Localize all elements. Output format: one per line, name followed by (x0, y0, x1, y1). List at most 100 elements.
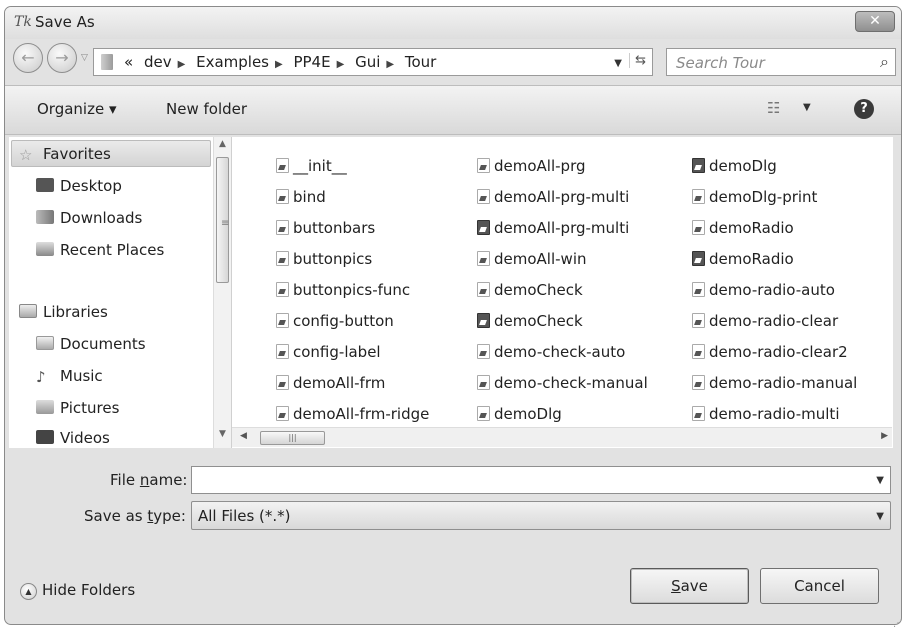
file-item[interactable]: demoCheck (477, 281, 583, 299)
file-item[interactable]: demo-radio-multi (692, 405, 839, 423)
refresh-icon[interactable]: ⇆ (629, 53, 646, 68)
sidebar-item-label: Favorites (43, 145, 111, 163)
file-item[interactable]: demoAll-prg (477, 157, 586, 175)
title-bar[interactable]: Tk Save As ✕ (5, 7, 901, 39)
breadcrumb-item-pp4e[interactable]: PP4E (293, 53, 330, 71)
horizontal-scrollbar[interactable]: ◀ ||| ▶ (232, 427, 892, 447)
sidebar-item-desktop[interactable]: Desktop (36, 177, 122, 195)
breadcrumb-item-examples[interactable]: Examples (196, 53, 269, 71)
search-input[interactable]: Search Tour ⌕ (666, 48, 896, 76)
sidebar-item-recent-places[interactable]: Recent Places (36, 241, 164, 259)
file-item[interactable]: buttonpics (276, 250, 372, 268)
search-icon[interactable]: ⌕ (880, 52, 889, 72)
file-icon (692, 406, 705, 421)
scroll-down-icon[interactable]: ▼ (219, 429, 226, 439)
file-icon (276, 313, 289, 328)
sidebar-item-label: Pictures (60, 399, 120, 417)
back-button[interactable]: ← (13, 43, 43, 73)
file-item[interactable]: demoAll-win (477, 250, 587, 268)
sidebar-scrollbar[interactable]: ▲ ≡ ▼ (213, 137, 231, 448)
folder-icon (101, 54, 113, 70)
chevron-down-icon[interactable]: ▼ (876, 475, 884, 486)
file-item[interactable]: demo-radio-manual (692, 374, 857, 392)
pictures-icon (36, 400, 54, 414)
chevron-right-icon[interactable]: ▶ (337, 59, 345, 70)
file-item[interactable]: demoCheck (477, 312, 583, 330)
file-name: demoCheck (494, 312, 583, 330)
label-text: Save as (84, 507, 148, 525)
selected-type: All Files (*.*) (198, 507, 291, 525)
breadcrumb-item-tour[interactable]: Tour (405, 53, 436, 71)
sidebar-item-pictures[interactable]: Pictures (36, 399, 119, 417)
file-icon (276, 375, 289, 390)
save-as-type-select[interactable]: All Files (*.*) ▼ (191, 501, 891, 530)
breadcrumb-item-dev[interactable]: dev (144, 53, 172, 71)
file-item[interactable]: bind (276, 188, 326, 206)
sidebar-item-libraries[interactable]: Libraries (19, 303, 108, 321)
views-dropdown-icon[interactable]: ▼ (803, 102, 811, 113)
views-icon[interactable]: ☷ (767, 99, 780, 117)
file-item[interactable]: __init__ (276, 157, 347, 175)
file-icon (477, 189, 490, 204)
save-button[interactable]: Save (630, 568, 749, 604)
hide-folders-button[interactable]: ▲ Hide Folders (20, 581, 135, 600)
address-bar[interactable]: « dev ▶ Examples ▶ PP4E ▶ Gui ▶ Tour ▼ ⇆ (93, 48, 653, 76)
file-item[interactable]: demo-radio-clear2 (692, 343, 848, 361)
downloads-folder-icon (36, 210, 54, 224)
file-item[interactable]: demoDlg (477, 405, 562, 423)
file-item[interactable]: demo-check-manual (477, 374, 648, 392)
organize-menu-button[interactable]: Organize ▾ (37, 100, 117, 118)
sidebar-item-favorites[interactable]: ☆ Favorites (19, 145, 111, 164)
file-item[interactable]: demoAll-frm (276, 374, 385, 392)
file-item[interactable]: demoAll-prg-multi (477, 219, 629, 237)
file-item[interactable]: demo-check-auto (477, 343, 625, 361)
file-item[interactable]: buttonpics-func (276, 281, 410, 299)
new-folder-button[interactable]: New folder (166, 100, 247, 118)
file-name: demoDlg-print (709, 188, 818, 206)
sidebar-item-downloads[interactable]: Downloads (36, 209, 142, 227)
address-dropdown-icon[interactable]: ▼ (614, 58, 622, 69)
file-item[interactable]: demoRadio (692, 250, 794, 268)
sidebar-item-documents[interactable]: Documents (36, 335, 146, 353)
file-name: demo-radio-auto (709, 281, 835, 299)
file-name: demo-radio-multi (709, 405, 840, 423)
file-name: demoAll-win (494, 250, 587, 268)
chevron-right-icon[interactable]: ▶ (386, 59, 394, 70)
file-item[interactable]: buttonbars (276, 219, 375, 237)
file-item[interactable]: config-button (276, 312, 394, 330)
forward-button[interactable]: → (47, 43, 77, 73)
resize-grip-icon[interactable]: ⋰ (893, 618, 903, 629)
scrollbar-thumb[interactable]: ||| (260, 431, 325, 445)
navigation-pane: ☆ Favorites Desktop Downloads Recent Plac… (9, 137, 231, 448)
file-item[interactable]: demoRadio (692, 219, 794, 237)
file-item[interactable]: demo-radio-auto (692, 281, 835, 299)
help-icon[interactable]: ? (854, 99, 874, 119)
grip-icon: ≡ (221, 218, 230, 229)
breadcrumb-item-gui[interactable]: Gui (355, 53, 380, 71)
file-name: buttonbars (293, 219, 376, 237)
scroll-right-icon[interactable]: ▶ (881, 431, 888, 441)
chevron-right-icon[interactable]: ▶ (178, 59, 186, 70)
file-item[interactable]: demoDlg-print (692, 188, 817, 206)
file-icon (692, 282, 705, 297)
sidebar-item-videos[interactable]: Videos (36, 429, 110, 447)
scroll-up-icon[interactable]: ▲ (219, 139, 226, 149)
file-item[interactable]: config-label (276, 343, 381, 361)
arrow-left-icon: ← (21, 48, 35, 67)
file-item[interactable]: demoDlg (692, 157, 777, 175)
chevron-right-icon[interactable]: ▶ (275, 59, 283, 70)
breadcrumb-overflow[interactable]: « (124, 53, 133, 71)
scroll-left-icon[interactable]: ◀ (240, 431, 247, 441)
file-item[interactable]: demo-radio-clear (692, 312, 838, 330)
recent-locations-dropdown-icon[interactable]: ▽ (81, 53, 88, 63)
window-title: Save As (35, 13, 95, 31)
cancel-button[interactable]: Cancel (760, 568, 879, 604)
sidebar-item-music[interactable]: ♪ Music (36, 367, 103, 386)
close-button[interactable]: ✕ (855, 11, 895, 32)
sidebar-item-label: Documents (60, 335, 146, 353)
chevron-down-icon[interactable]: ▼ (876, 511, 884, 522)
scrollbar-thumb[interactable]: ≡ (216, 157, 229, 283)
file-item[interactable]: demoAll-frm-ridge (276, 405, 429, 423)
file-name-input[interactable]: ▼ (191, 466, 891, 494)
file-item[interactable]: demoAll-prg-multi (477, 188, 629, 206)
